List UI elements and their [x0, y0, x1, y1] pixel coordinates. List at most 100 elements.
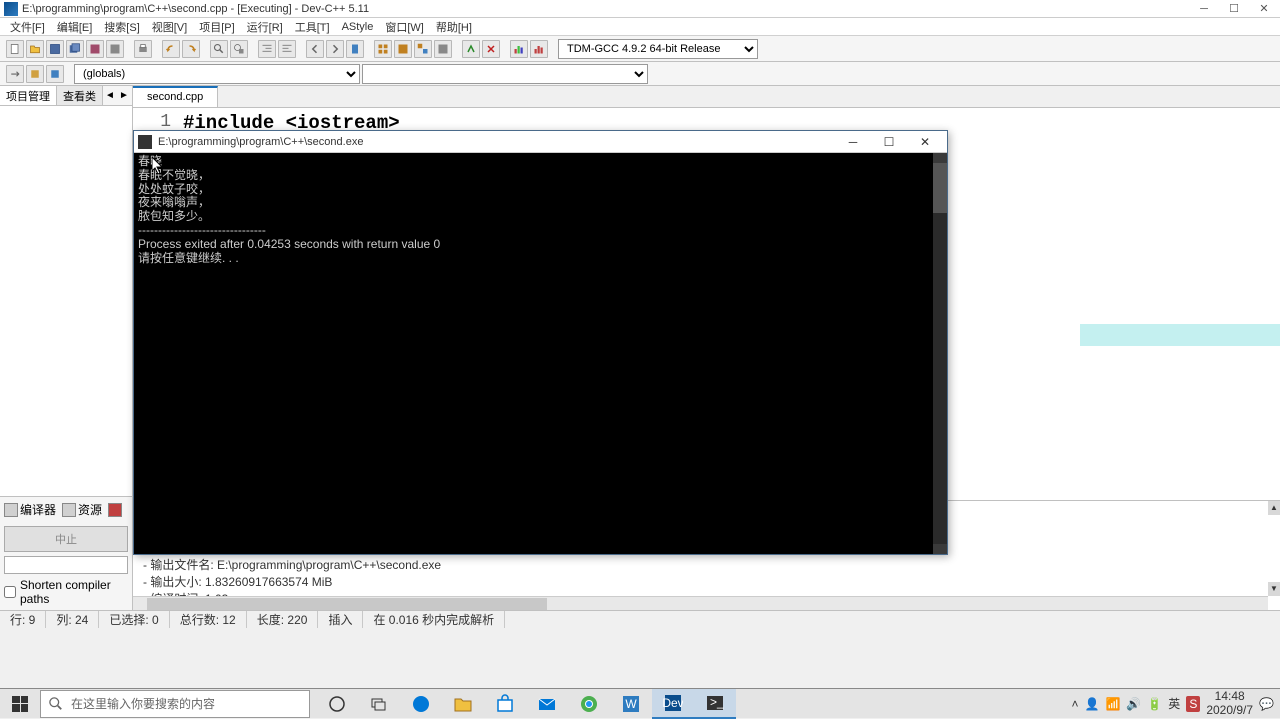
vscroll-down-icon[interactable]: ▼ [1268, 582, 1280, 596]
compiler-select[interactable]: TDM-GCC 4.9.2 64-bit Release [558, 39, 758, 59]
tray-wifi-icon[interactable]: 📶 [1105, 697, 1120, 711]
member-select[interactable] [362, 64, 648, 84]
profile-analysis-button[interactable] [530, 40, 548, 58]
tray-battery-icon[interactable]: 🔋 [1147, 697, 1162, 711]
menu-tools[interactable]: 工具[T] [289, 19, 336, 35]
stop-button[interactable]: 中止 [4, 526, 128, 552]
file-tab-second[interactable]: second.cpp [133, 86, 218, 107]
titlebar: E:\programming\program\C++\second.cpp - … [0, 0, 1280, 18]
tray-volume-icon[interactable]: 🔊 [1126, 697, 1141, 711]
shorten-label: Shorten compiler paths [20, 578, 128, 606]
hscroll-thumb[interactable] [147, 598, 547, 610]
profile-button[interactable] [510, 40, 528, 58]
console-taskbar-icon[interactable]: >_ [694, 689, 736, 719]
tray-ime-icon[interactable]: 英 [1168, 695, 1180, 712]
console-minimize-button[interactable]: ─ [835, 132, 871, 152]
open-button[interactable] [26, 40, 44, 58]
find-button[interactable] [210, 40, 228, 58]
console-scrollbar[interactable] [933, 153, 947, 554]
tray-up-icon[interactable]: ˄ [1071, 697, 1078, 711]
menu-window[interactable]: 窗口[W] [379, 19, 430, 35]
bookmark-prev-button[interactable] [306, 40, 324, 58]
console-line: 春眠不觉晓， [138, 169, 943, 183]
console-scroll-thumb[interactable] [933, 163, 947, 213]
undo-button[interactable] [162, 40, 180, 58]
store-icon[interactable] [484, 689, 526, 719]
file-tabs: second.cpp [133, 86, 1280, 108]
goto-button[interactable] [6, 65, 24, 83]
start-button[interactable] [0, 689, 40, 719]
indent-button[interactable] [258, 40, 276, 58]
stop-debug-button[interactable] [482, 40, 500, 58]
menu-file[interactable]: 文件[F] [4, 19, 51, 35]
maximize-button[interactable]: ☐ [1222, 2, 1246, 16]
cortana-button[interactable] [316, 689, 358, 719]
shorten-paths-checkbox[interactable]: Shorten compiler paths [4, 578, 128, 606]
sidebar-tab-class[interactable]: 查看类 [57, 86, 103, 105]
compiler-tab[interactable]: 编译器 [4, 501, 56, 518]
console-title: E:\programming\program\C++\second.exe [158, 136, 835, 148]
run-button[interactable] [394, 40, 412, 58]
compile-button[interactable] [374, 40, 392, 58]
save-as-button[interactable] [86, 40, 104, 58]
sidebar-tabs: 项目管理 查看类 ◄ ► [0, 86, 132, 106]
menu-help[interactable]: 帮助[H] [430, 19, 478, 35]
shorten-checkbox-input[interactable] [4, 586, 16, 598]
scope-select[interactable]: (globals) [74, 64, 360, 84]
redo-button[interactable] [182, 40, 200, 58]
compile-input[interactable] [4, 556, 128, 574]
console-line: -------------------------------- [138, 224, 943, 238]
tray-notifications-icon[interactable]: 💬 [1259, 697, 1274, 711]
edge-icon[interactable] [400, 689, 442, 719]
tray-people-icon[interactable]: 👤 [1084, 697, 1099, 711]
back-button[interactable] [26, 65, 44, 83]
console-line: Process exited after 0.04253 seconds wit… [138, 238, 943, 252]
close-button[interactable]: ✕ [1252, 2, 1276, 16]
close-file-button[interactable] [106, 40, 124, 58]
sidebar-tab-project[interactable]: 项目管理 [0, 86, 57, 105]
console-scroll-up-icon[interactable] [933, 153, 947, 163]
devcpp-taskbar-icon[interactable]: Dev [652, 689, 694, 719]
bookmark-next-button[interactable] [326, 40, 344, 58]
resource-tab[interactable]: 资源 [62, 501, 102, 518]
wps-icon[interactable]: W [610, 689, 652, 719]
tray-input-icon[interactable]: S [1186, 696, 1200, 712]
forward-button[interactable] [46, 65, 64, 83]
console-body[interactable]: 春晓 春眠不觉晓， 处处蚊子咬， 夜来嗡嗡声， 脓包知多少。 ---------… [134, 153, 947, 554]
print-button[interactable] [134, 40, 152, 58]
explorer-icon[interactable] [442, 689, 484, 719]
menu-search[interactable]: 搜索[S] [98, 19, 145, 35]
chrome-icon[interactable] [568, 689, 610, 719]
debug-button[interactable] [462, 40, 480, 58]
menu-astyle[interactable]: AStyle [336, 21, 380, 33]
menu-project[interactable]: 项目[P] [193, 19, 240, 35]
vscroll-up-icon[interactable]: ▲ [1268, 501, 1280, 515]
compile-run-button[interactable] [414, 40, 432, 58]
status-col: 列: 24 [46, 611, 99, 628]
minimize-button[interactable]: ─ [1192, 2, 1216, 16]
sidebar-arrow-right[interactable]: ► [117, 86, 131, 105]
console-maximize-button[interactable]: ☐ [871, 132, 907, 152]
console-titlebar[interactable]: E:\programming\program\C++\second.exe ─ … [134, 131, 947, 153]
rebuild-button[interactable] [434, 40, 452, 58]
bookmark-toggle-button[interactable] [346, 40, 364, 58]
new-file-button[interactable] [6, 40, 24, 58]
unindent-button[interactable] [278, 40, 296, 58]
console-close-button[interactable]: ✕ [907, 132, 943, 152]
taskbar-search[interactable]: 在这里输入你要搜索的内容 [40, 690, 310, 718]
console-line: 请按任意键继续. . . [138, 252, 943, 266]
mail-icon[interactable] [526, 689, 568, 719]
save-all-button[interactable] [66, 40, 84, 58]
tray-clock[interactable]: 14:48 2020/9/7 [1206, 690, 1253, 716]
save-button[interactable] [46, 40, 64, 58]
menu-edit[interactable]: 编辑[E] [51, 19, 98, 35]
sidebar-arrow-left[interactable]: ◄ [103, 86, 117, 105]
hscroll-bar[interactable] [133, 596, 1268, 610]
console-scroll-down-icon[interactable] [933, 544, 947, 554]
log-icon[interactable] [108, 503, 122, 517]
menu-run[interactable]: 运行[R] [241, 19, 289, 35]
task-view-button[interactable] [358, 689, 400, 719]
replace-button[interactable] [230, 40, 248, 58]
window-title: E:\programming\program\C++\second.cpp - … [22, 3, 1192, 15]
menu-view[interactable]: 视图[V] [146, 19, 193, 35]
